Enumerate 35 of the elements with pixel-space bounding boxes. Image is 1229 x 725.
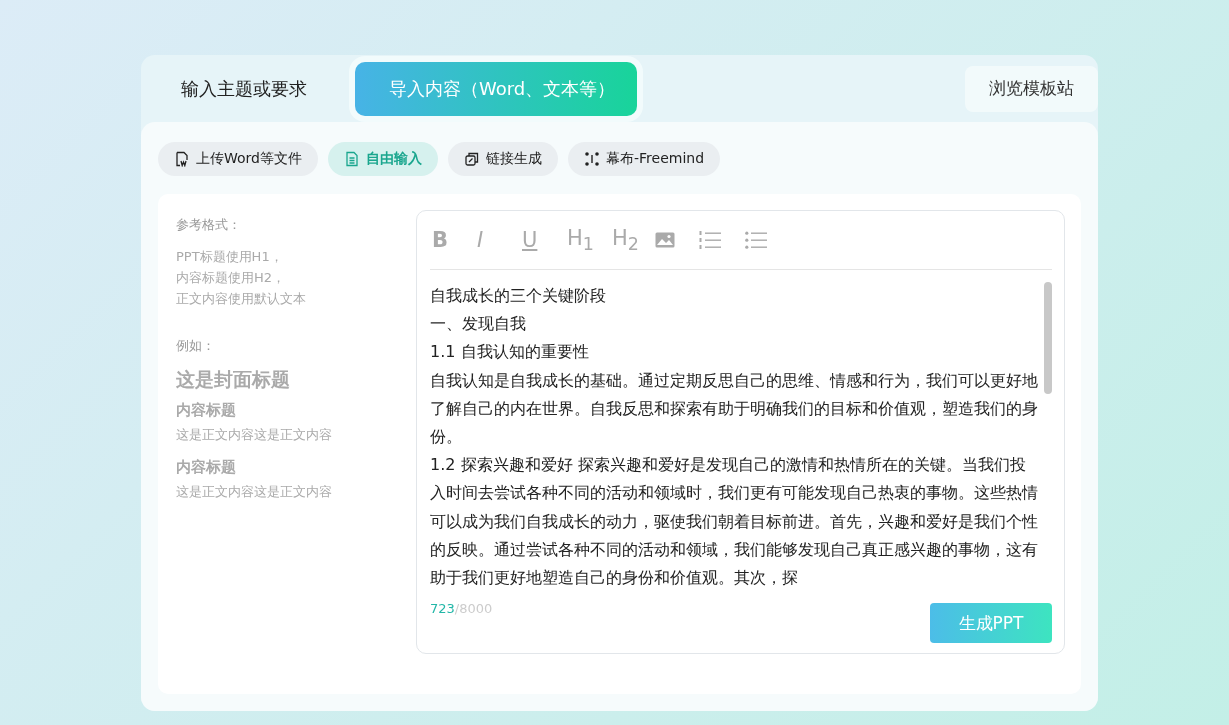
example-body-text: 这是正文内容这是正文内容 — [176, 426, 333, 444]
scrollbar-thumb[interactable] — [1044, 282, 1052, 394]
example-cover-title: 这是封面标题 — [176, 367, 291, 392]
mode-button[interactable]: 幕布-Freemind — [568, 142, 721, 176]
format-button[interactable]: H$_{2}$ — [610, 225, 655, 255]
image-icon[interactable] — [655, 232, 675, 248]
tab[interactable]: 输入主题或要求 — [141, 55, 347, 122]
example-body-text: 这是正文内容这是正文内容 — [176, 483, 333, 501]
editor-paragraph: 一、发现自我 — [430, 313, 527, 336]
guide-title: 参考格式： — [176, 216, 242, 234]
editor-paragraph: 自我成长的三个关键阶段 — [430, 285, 607, 307]
mode-button[interactable]: 链接生成 — [448, 142, 558, 176]
format-button[interactable]: H$_{1}$ — [565, 225, 610, 255]
format-button[interactable]: U — [520, 228, 565, 252]
format-button[interactable]: B — [430, 228, 475, 252]
example-heading: 内容标题 — [176, 458, 237, 477]
numbered-list-icon[interactable] — [699, 231, 721, 249]
editor-paragraph: 1.2 探索兴趣和爱好 探索兴趣和爱好是发现自己的激情和热情所在的关键。当我们投入时间去尝试各种不同的活动和领域时，我们更有可能发现自己热衷的事物。这些热情可以成为我们自我成长的动力，驱使我们朝着目标前进。首先，兴趣和爱好是我们个性的反映。通过尝试各种不同的活动和领域，我们能够发现自己真正感兴趣的事物，这有助于我们更好地塑造自己的身份和价值观。其次，探 — [430, 454, 1039, 590]
word-file-icon — [174, 151, 190, 167]
format-rule: 正文内容使用默认文本 — [176, 290, 307, 308]
generate-ppt-button[interactable]: 生成PPT — [930, 603, 1052, 643]
example-label: 例如： — [176, 337, 216, 355]
template-site-button[interactable]: 浏览模板站 — [965, 65, 1098, 112]
editor-paragraph: 自我认知是自我成长的基础。通过定期反思自己的思维、情感和行为，我们可以更好地了解自己的内在世界。自我反思和探索有助于明确我们的目标和价值观，塑造我们的身份。 — [430, 369, 1039, 448]
link-icon — [464, 151, 480, 167]
format-rule: PPT标题使用H1， — [176, 248, 284, 266]
format-rule: 内容标题使用H2， — [176, 269, 287, 287]
example-heading: 内容标题 — [176, 401, 237, 420]
mode-button[interactable]: 自由输入 — [328, 142, 438, 176]
mind-map-icon — [584, 151, 600, 167]
format-button[interactable]: I — [475, 228, 520, 252]
mode-button[interactable]: 上传Word等文件 — [158, 142, 318, 176]
document-icon — [344, 151, 360, 167]
bullet-list-icon[interactable] — [745, 231, 767, 249]
editor-paragraph: 1.1 自我认知的重要性 — [430, 341, 590, 364]
